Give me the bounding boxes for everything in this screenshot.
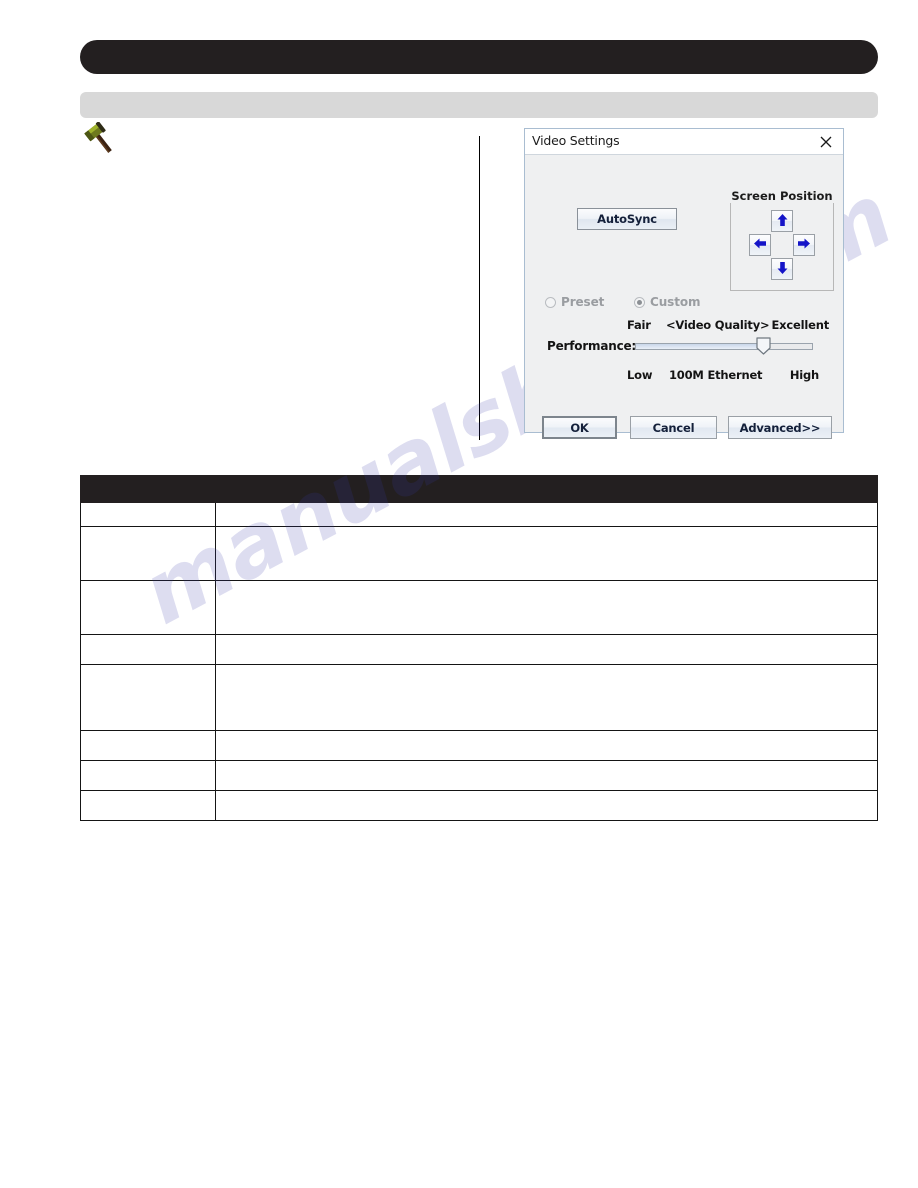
table-row bbox=[80, 580, 878, 635]
table-cell bbox=[215, 634, 878, 665]
table-row bbox=[80, 664, 878, 731]
table-cell bbox=[80, 634, 216, 665]
table-header-cell-1 bbox=[215, 475, 878, 503]
vertical-divider bbox=[479, 136, 480, 440]
table-cell bbox=[80, 580, 216, 635]
video-quality-title: <Video Quality> bbox=[666, 318, 770, 332]
table-cell bbox=[215, 760, 878, 791]
network-low-label: Low bbox=[627, 368, 653, 382]
screen-position-left-button[interactable] bbox=[749, 234, 771, 256]
video-settings-dialog: Video Settings AutoSync Screen Position bbox=[524, 128, 844, 439]
performance-label: Performance: bbox=[547, 339, 637, 353]
table-cell bbox=[215, 790, 878, 821]
video-quality-low-label: Fair bbox=[627, 318, 651, 332]
close-icon[interactable] bbox=[815, 131, 837, 153]
section-title-bar bbox=[80, 40, 878, 74]
subsection-title-bar bbox=[80, 92, 878, 118]
table-row bbox=[80, 790, 878, 821]
autosync-button[interactable]: AutoSync bbox=[577, 208, 677, 230]
arrow-down-icon bbox=[776, 261, 789, 278]
arrow-right-icon bbox=[797, 237, 811, 253]
table-cell bbox=[215, 664, 878, 731]
video-quality-high-label: Excellent bbox=[771, 318, 830, 332]
table-cell bbox=[80, 760, 216, 791]
radio-preset[interactable]: Preset bbox=[545, 295, 604, 309]
table-cell bbox=[80, 664, 216, 731]
dialog-title: Video Settings bbox=[532, 133, 620, 148]
network-high-label: High bbox=[789, 368, 819, 382]
radio-preset-indicator bbox=[545, 296, 556, 308]
arrow-up-icon bbox=[776, 213, 789, 230]
network-type-label: 100M Ethernet bbox=[669, 368, 763, 382]
table-cell bbox=[80, 730, 216, 761]
screen-position-legend: Screen Position bbox=[727, 189, 837, 203]
arrow-left-icon bbox=[753, 237, 767, 253]
screen-position-down-button[interactable] bbox=[771, 258, 793, 280]
specification-table bbox=[80, 475, 878, 821]
table-row bbox=[80, 526, 878, 581]
dialog-body: AutoSync Screen Position Preset Custom F… bbox=[525, 155, 843, 439]
table-cell bbox=[215, 730, 878, 761]
cancel-button[interactable]: Cancel bbox=[630, 416, 717, 439]
table-row bbox=[80, 730, 878, 761]
slider-track bbox=[635, 343, 813, 350]
radio-custom-indicator bbox=[634, 296, 645, 308]
radio-preset-label: Preset bbox=[561, 295, 605, 309]
screen-position-group: Screen Position bbox=[727, 189, 837, 291]
network-scale: Low 100M Ethernet High bbox=[611, 368, 833, 384]
table-header-row bbox=[80, 475, 878, 503]
table-cell bbox=[80, 526, 216, 581]
table-cell bbox=[80, 502, 216, 527]
video-mode-radio-group: Preset Custom bbox=[545, 295, 745, 313]
performance-slider[interactable] bbox=[635, 337, 813, 355]
video-quality-scale: Fair <Video Quality> Excellent bbox=[611, 318, 833, 334]
table-header-cell-0 bbox=[80, 475, 216, 503]
slider-fill bbox=[636, 344, 763, 349]
screen-position-right-button[interactable] bbox=[793, 234, 815, 256]
table-cell bbox=[215, 526, 878, 581]
advanced-button[interactable]: Advanced>> bbox=[728, 416, 832, 439]
slider-thumb[interactable] bbox=[756, 337, 771, 355]
table-cell bbox=[215, 580, 878, 635]
screen-position-up-button[interactable] bbox=[771, 210, 793, 232]
radio-custom[interactable]: Custom bbox=[634, 295, 700, 309]
table-cell bbox=[215, 502, 878, 527]
table-row bbox=[80, 502, 878, 527]
hammer-icon bbox=[82, 121, 118, 156]
table-cell bbox=[80, 790, 216, 821]
ok-button[interactable]: OK bbox=[542, 416, 617, 439]
dialog-titlebar: Video Settings bbox=[525, 129, 843, 155]
table-row bbox=[80, 760, 878, 791]
radio-custom-label: Custom bbox=[650, 295, 701, 309]
table-row bbox=[80, 634, 878, 665]
